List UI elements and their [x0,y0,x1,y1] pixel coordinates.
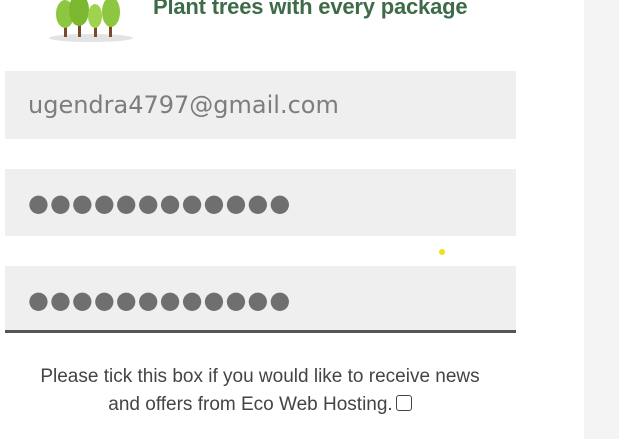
confirm-password-field[interactable]: ●●●●●●●●●●●● [5,266,516,333]
confirm-password-mask: ●●●●●●●●●●●● [28,286,292,314]
banner-text: Plant trees with every package [153,0,468,19]
password-field[interactable]: ●●●●●●●●●●●● [5,169,516,236]
password-mask: ●●●●●●●●●●●● [28,189,292,217]
consent-text: Please tick this box if you would like t… [40,366,480,415]
consent-checkbox[interactable] [395,395,412,411]
email-value: ugendra4797@gmail.com [28,91,339,119]
cursor-dot [439,249,445,255]
consent-block: Please tick this box if you would like t… [35,363,485,419]
email-field[interactable]: ugendra4797@gmail.com [5,71,516,139]
trees-icon [49,0,133,42]
right-panel [584,0,619,439]
